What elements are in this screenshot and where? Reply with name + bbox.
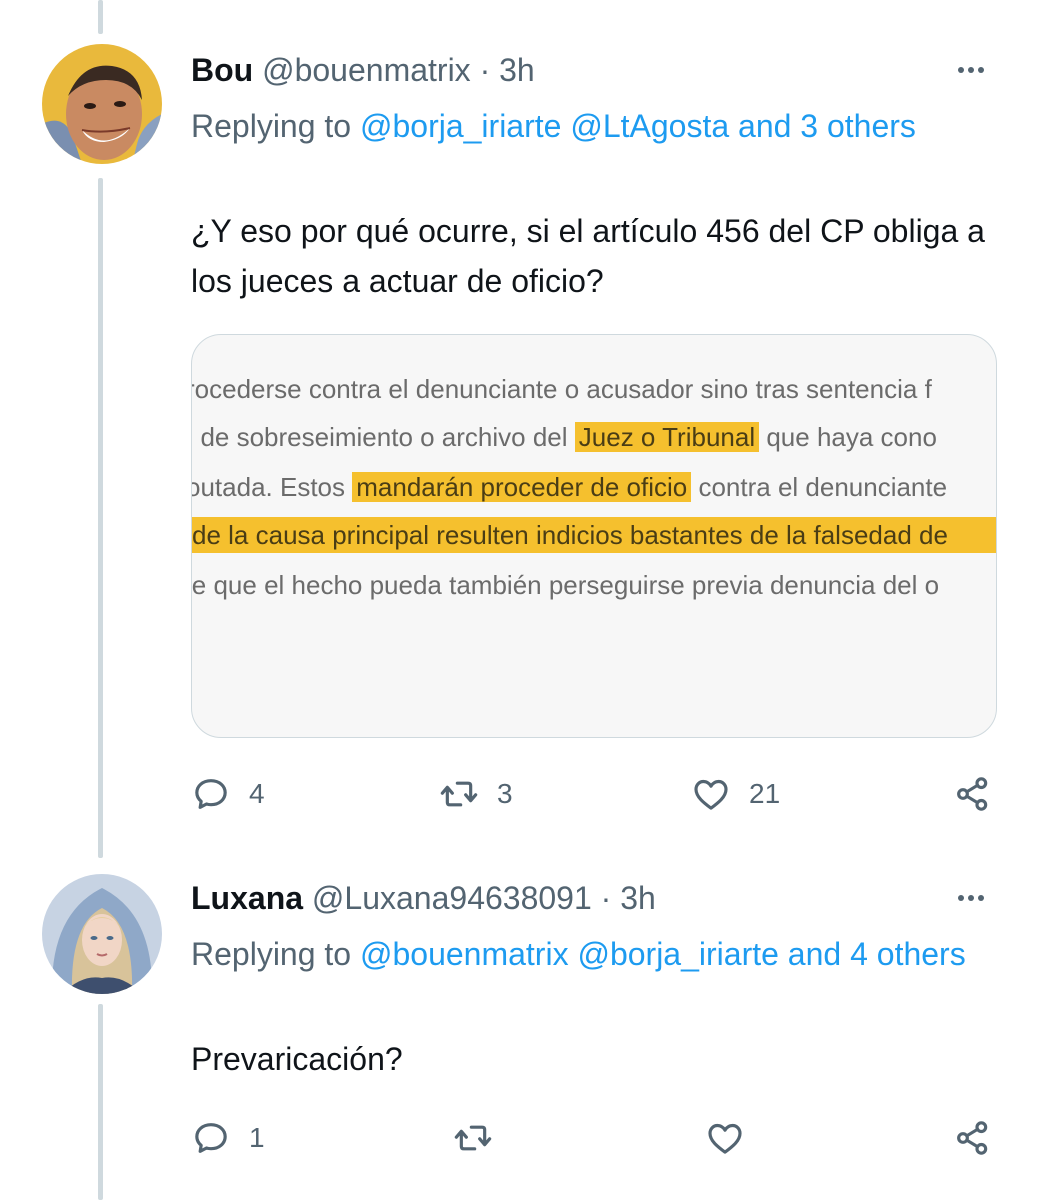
heart-icon [694, 779, 728, 810]
highlighted-text: de la causa principal resulten indicios … [192, 517, 996, 553]
display-name[interactable]: Bou [191, 52, 253, 88]
timestamp[interactable]: 3h [620, 880, 656, 916]
mention-link[interactable]: @LtAgosta [570, 108, 729, 144]
mention-link[interactable]: @borja_iriarte [360, 108, 561, 144]
reply-count: 1 [249, 1122, 265, 1153]
share-button[interactable] [953, 1116, 993, 1160]
thread-line-top [98, 0, 103, 34]
tweet-media-image[interactable]: rocederse contra el denunciante o acusad… [191, 334, 997, 738]
document-text: , de sobreseimiento o archivo del [191, 422, 568, 452]
share-icon [957, 1121, 988, 1155]
separator-dot: · [600, 880, 612, 916]
reply-button[interactable]: 1 [191, 1116, 265, 1160]
separator-dot: · [479, 52, 491, 88]
mention-link[interactable]: @borja_iriarte [577, 936, 778, 972]
retweet-icon [440, 781, 478, 807]
reply-icon [195, 1123, 227, 1153]
retweet-count: 3 [497, 778, 513, 809]
replying-prefix: Replying to [191, 936, 352, 972]
thread-line-middle [98, 178, 103, 858]
timestamp[interactable]: 3h [499, 52, 535, 88]
tweet-actions: 4 3 21 [191, 772, 1001, 816]
display-name[interactable]: Luxana [191, 880, 303, 916]
like-count: 21 [749, 778, 781, 809]
document-line: le que el hecho pueda también perseguirs… [191, 570, 940, 600]
tweet-text: ¿Y eso por qué ocurre, si el artículo 45… [191, 213, 985, 299]
document-text: que haya cono [766, 422, 937, 452]
share-icon [957, 777, 988, 811]
more-icon[interactable] [951, 878, 991, 918]
avatar-bou[interactable] [42, 44, 162, 164]
tweet-text: Prevaricación? [191, 1041, 403, 1077]
avatar-luxana[interactable] [42, 874, 162, 994]
document-line: outada. Estos mandarán proceder de ofici… [191, 469, 948, 505]
document-line: rocederse contra el denunciante o acusad… [191, 374, 932, 404]
mention-link[interactable]: @bouenmatrix [360, 936, 569, 972]
user-handle[interactable]: @Luxana94638091 [312, 880, 592, 916]
document-line: de la causa principal resulten indicios … [192, 517, 996, 553]
retweet-icon [454, 1125, 492, 1151]
retweet-button[interactable] [453, 1116, 493, 1160]
highlighted-text: Juez o Tribunal [574, 422, 760, 452]
replying-to: Replying to @borja_iriarte @LtAgosta and… [191, 102, 971, 151]
retweet-button[interactable]: 3 [439, 772, 513, 816]
more-icon[interactable] [951, 50, 991, 90]
reply-count: 4 [249, 778, 265, 809]
document-text: outada. Estos [191, 472, 345, 502]
reply-icon [195, 779, 227, 809]
like-button[interactable]: 21 [691, 772, 780, 816]
document-text: contra el denunciante [698, 472, 948, 502]
replying-to: Replying to @bouenmatrix @borja_iriarte … [191, 930, 971, 979]
thread-line-bottom [98, 1004, 103, 1200]
document-line: , de sobreseimiento o archivo del Juez o… [191, 419, 937, 455]
highlighted-text: mandarán proceder de oficio [352, 472, 692, 502]
share-button[interactable] [953, 772, 993, 816]
heart-icon [708, 1123, 742, 1154]
tweet-header: Luxana @Luxana94638091 · 3h [191, 878, 656, 918]
others-link[interactable]: and 3 others [738, 108, 916, 144]
tweet-actions: 1 [191, 1116, 1001, 1160]
tweet-header: Bou @bouenmatrix · 3h [191, 50, 535, 90]
others-link[interactable]: and 4 others [788, 936, 966, 972]
user-handle[interactable]: @bouenmatrix [262, 52, 471, 88]
replying-prefix: Replying to [191, 108, 352, 144]
like-button[interactable] [705, 1116, 745, 1160]
reply-button[interactable]: 4 [191, 772, 265, 816]
